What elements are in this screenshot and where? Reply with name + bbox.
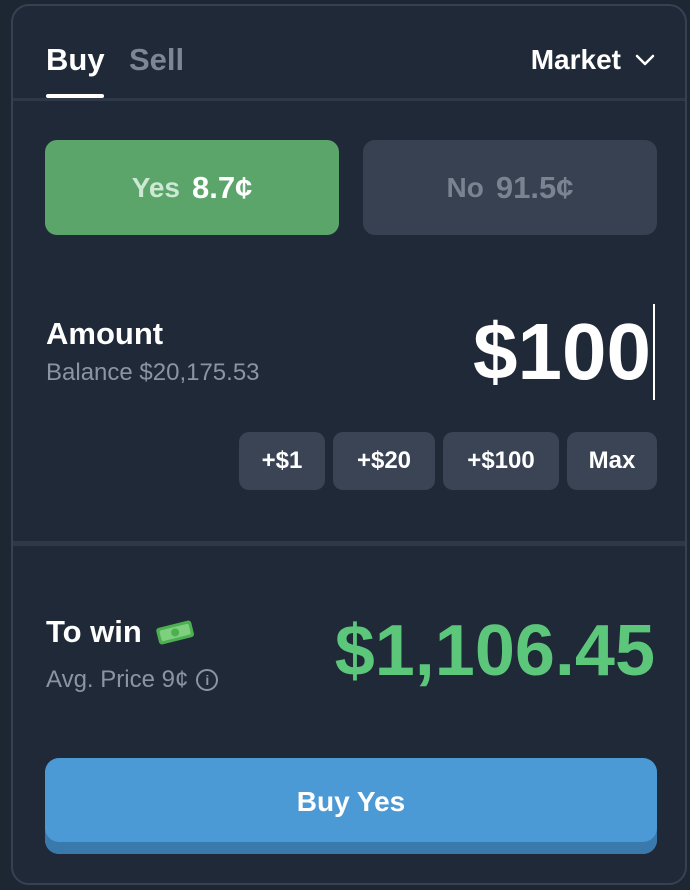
- to-win-label: To win: [46, 614, 196, 650]
- amount-label: Amount: [46, 316, 164, 351]
- outcome-yes-price: 8.7¢: [191, 169, 253, 205]
- balance-text: Balance $20,175.53: [46, 359, 260, 386]
- money-icon: [156, 620, 194, 645]
- trade-tabs: Buy Sell Market: [13, 6, 685, 101]
- active-tab-indicator: [46, 94, 104, 98]
- info-icon[interactable]: i: [196, 669, 219, 691]
- order-type-dropdown[interactable]: Market: [531, 44, 655, 76]
- amount-value: $100: [473, 307, 651, 396]
- quick-add-100-button[interactable]: +$100: [443, 432, 559, 490]
- chevron-down-icon: [635, 54, 655, 66]
- section-divider: [13, 541, 685, 546]
- outcome-no-price: 91.5¢: [495, 169, 574, 205]
- text-caret: [653, 304, 655, 400]
- tab-sell[interactable]: Sell: [129, 42, 184, 78]
- quick-add-1-button[interactable]: +$1: [239, 432, 325, 490]
- to-win-value: $1,106.45: [334, 611, 655, 691]
- amount-input[interactable]: $100: [473, 304, 655, 400]
- to-win-text: To win: [46, 614, 142, 649]
- max-button[interactable]: Max: [567, 432, 657, 490]
- order-type-label: Market: [530, 44, 621, 75]
- trade-panel: Buy Sell Market Yes 8.7¢ No 91.5¢ Amount…: [11, 4, 687, 885]
- outcome-yes-button[interactable]: Yes 8.7¢: [45, 140, 339, 235]
- outcome-yes-label: Yes: [131, 171, 180, 203]
- avg-price: Avg. Price 9¢ i: [46, 666, 219, 694]
- tab-buy[interactable]: Buy: [46, 42, 105, 78]
- buy-yes-button[interactable]: Buy Yes: [45, 758, 657, 854]
- avg-price-text: Avg. Price 9¢: [46, 666, 189, 693]
- quick-add-20-button[interactable]: +$20: [333, 432, 435, 490]
- outcome-no-label: No: [446, 171, 484, 203]
- outcome-no-button[interactable]: No 91.5¢: [363, 140, 657, 235]
